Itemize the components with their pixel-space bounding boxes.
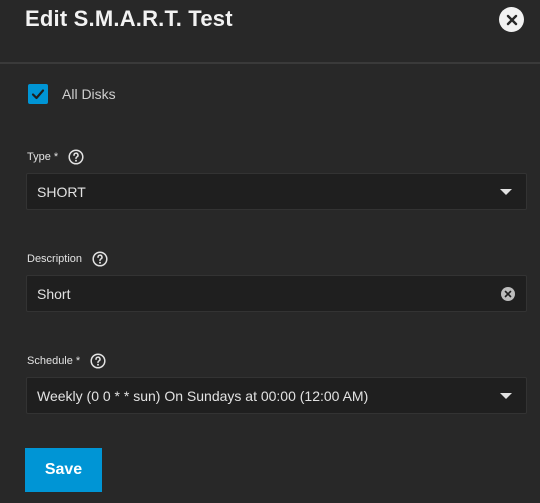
caret-down-icon bbox=[500, 189, 512, 195]
close-button[interactable] bbox=[499, 7, 524, 32]
type-help-icon[interactable] bbox=[68, 149, 84, 165]
description-input[interactable]: Short bbox=[26, 275, 527, 312]
type-select-value: SHORT bbox=[37, 184, 86, 200]
schedule-select[interactable]: Weekly (0 0 * * sun) On Sundays at 00:00… bbox=[26, 377, 527, 414]
all-disks-checkbox[interactable] bbox=[28, 84, 48, 104]
caret-down-icon bbox=[500, 393, 512, 399]
schedule-help-icon[interactable] bbox=[90, 353, 106, 369]
all-disks-row: All Disks bbox=[28, 84, 116, 104]
checkmark-icon bbox=[31, 89, 45, 100]
description-input-value: Short bbox=[37, 286, 71, 302]
close-icon bbox=[506, 14, 517, 25]
description-help-icon[interactable] bbox=[92, 251, 108, 267]
clear-input-icon[interactable] bbox=[501, 287, 515, 301]
schedule-select-value: Weekly (0 0 * * sun) On Sundays at 00:00… bbox=[37, 388, 369, 404]
type-select[interactable]: SHORT bbox=[26, 173, 527, 210]
type-label: Type * bbox=[27, 151, 59, 163]
dialog-header: Edit S.M.A.R.T. Test bbox=[0, 0, 540, 64]
description-field-label-row: Description bbox=[27, 251, 108, 267]
dialog-title: Edit S.M.A.R.T. Test bbox=[25, 6, 233, 31]
type-field-label-row: Type * bbox=[27, 149, 84, 165]
all-disks-label: All Disks bbox=[62, 86, 116, 102]
save-button[interactable]: Save bbox=[25, 448, 102, 492]
schedule-label: Schedule * bbox=[27, 355, 81, 367]
edit-smart-test-dialog: Edit S.M.A.R.T. Test All Disks Type * SH… bbox=[0, 0, 540, 503]
schedule-field-label-row: Schedule * bbox=[27, 353, 106, 369]
description-label: Description bbox=[27, 253, 83, 265]
